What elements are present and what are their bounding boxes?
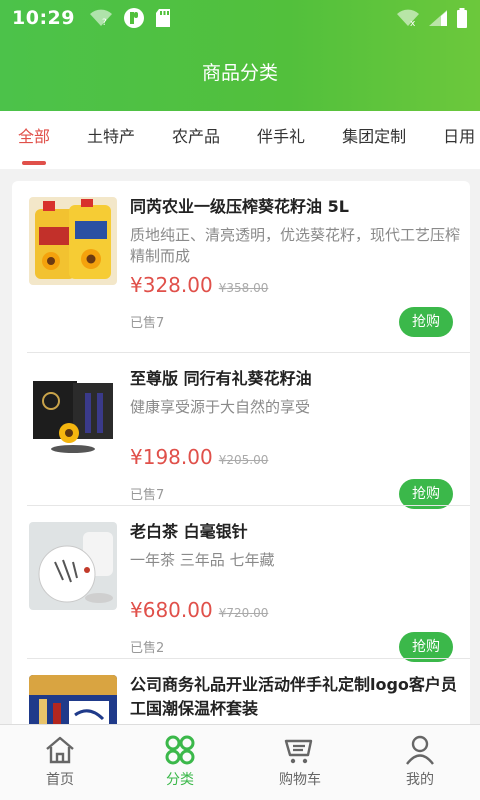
nav-home[interactable]: 首页 — [0, 725, 120, 800]
tab-daily-use[interactable]: 日用 — [443, 111, 475, 169]
svg-text:?: ? — [102, 18, 107, 27]
product-name: 同芮农业一级压榨葵花籽油 5L — [130, 197, 349, 216]
nav-label: 购物车 — [279, 772, 321, 788]
nav-category[interactable]: 分类 — [120, 725, 240, 800]
product-item[interactable]: 老白茶 白毫银针 一年茶 三年品 七年藏 ¥680.00 ¥720.00 已售2… — [27, 506, 455, 662]
nav-label: 我的 — [406, 772, 434, 788]
cart-icon — [284, 739, 313, 764]
product-original-price: ¥205.00 — [218, 453, 269, 467]
user-icon — [406, 735, 434, 765]
product-price: ¥198.00 — [130, 445, 213, 469]
page-title: 商品分类 — [201, 62, 278, 84]
home-icon — [46, 736, 74, 764]
nav-label: 首页 — [46, 772, 74, 788]
nav-label: 分类 — [166, 772, 194, 788]
product-original-price: ¥720.00 — [218, 606, 269, 620]
product-price: ¥680.00 — [130, 598, 213, 622]
sold-count: 已售7 — [130, 316, 165, 331]
nav-profile[interactable]: 我的 — [360, 725, 480, 800]
battery-icon — [457, 8, 467, 28]
header-bar: 10:29 ? x 商品分类 — [0, 0, 480, 111]
product-original-price: ¥358.00 — [218, 281, 269, 295]
tab-souvenir-gifts[interactable]: 伴手礼 — [257, 111, 305, 169]
tab-all[interactable]: 全部 — [18, 111, 50, 169]
category-icon — [165, 735, 195, 765]
product-price: ¥328.00 — [130, 273, 213, 297]
product-description: 健康享受源于大自然的享受 — [130, 398, 311, 416]
product-name: 老白茶 白毫银针 — [130, 522, 248, 541]
bottom-nav: 首页 分类 购物车 我的 — [0, 724, 480, 800]
sunflower-oil-bottles-icon — [29, 197, 117, 285]
status-bar: 10:29 ? x — [0, 0, 480, 36]
gift-box-oil-icon — [29, 369, 117, 457]
product-description: 一年茶 三年品 七年藏 — [130, 551, 275, 569]
wifi-question-icon: ? — [89, 9, 112, 27]
product-image-white-tea — [29, 522, 117, 610]
svg-text:x: x — [410, 19, 416, 27]
product-description: 质地纯正、清亮透明，优选葵花籽，现代工艺压榨精制而成 — [130, 226, 461, 265]
product-name: 公司商务礼品开业活动伴手礼定制logo客户员工国潮保温杯套装 — [130, 675, 457, 718]
category-tabs: 全部 土特产 农产品 伴手礼 集团定制 日用 — [0, 111, 480, 169]
tab-local-specialty[interactable]: 土特产 — [87, 111, 135, 169]
wifi-off-icon: x — [397, 9, 419, 27]
tab-farm-products[interactable]: 农产品 — [172, 111, 220, 169]
tea-cake-icon — [29, 522, 117, 610]
product-item[interactable]: 至尊版 同行有礼葵花籽油 健康享受源于大自然的享受 ¥198.00 ¥205.0… — [27, 353, 455, 509]
product-name: 至尊版 同行有礼葵花籽油 — [130, 369, 312, 388]
signal-icon — [429, 10, 447, 26]
sold-count: 已售7 — [130, 488, 165, 503]
nav-cart[interactable]: 购物车 — [240, 725, 360, 800]
sd-card-icon — [155, 9, 170, 27]
tab-group-custom[interactable]: 集团定制 — [342, 111, 406, 169]
product-image-sunflower-oil — [29, 197, 117, 285]
product-image-gift-box-oil — [29, 369, 117, 457]
product-list: 同芮农业一级压榨葵花籽油 5L 质地纯正、清亮透明，优选葵花籽，现代工艺压榨精制… — [12, 181, 470, 741]
buy-button[interactable]: 抢购 — [399, 307, 453, 337]
status-time: 10:29 — [12, 7, 75, 29]
sold-count: 已售2 — [130, 641, 165, 656]
product-item[interactable]: 同芮农业一级压榨葵花籽油 5L 质地纯正、清亮透明，优选葵花籽，现代工艺压榨精制… — [27, 181, 460, 337]
app-notification-icon — [123, 8, 144, 28]
